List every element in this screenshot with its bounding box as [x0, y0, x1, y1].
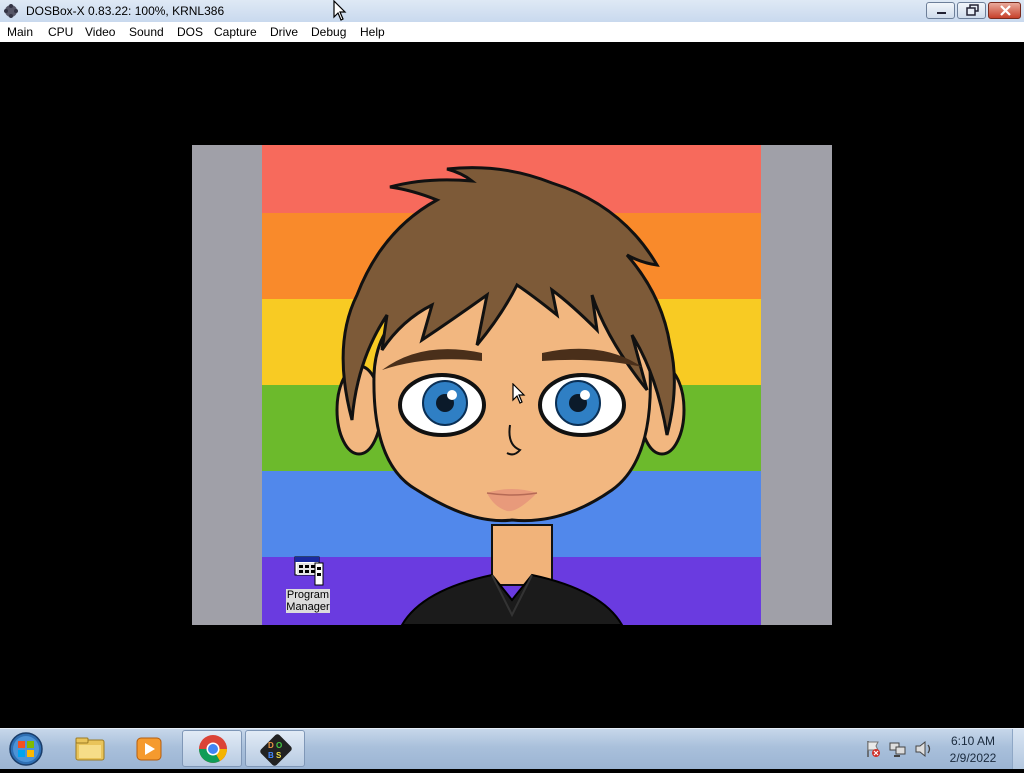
windows-explorer-icon	[75, 737, 105, 761]
menu-help[interactable]: Help	[360, 25, 385, 39]
window-title: DOSBox-X 0.83.22: 100%, KRNL386	[26, 4, 225, 18]
taskbar-dosbox-button[interactable]: D O B S	[245, 730, 305, 767]
emulated-mouse-cursor-icon	[512, 383, 526, 404]
clock-date[interactable]: 2/9/2022	[946, 751, 1000, 765]
emulated-screen[interactable]: Program Manager	[192, 145, 832, 625]
dosbox-icon: D O B S	[260, 734, 292, 766]
program-manager-label-line2: Manager	[286, 601, 330, 613]
taskbar-explorer-button[interactable]	[60, 730, 120, 767]
system-tray	[867, 740, 931, 758]
minimize-icon	[937, 12, 946, 14]
dosbox-app-icon[interactable]	[3, 3, 19, 19]
network-icon[interactable]	[889, 742, 906, 757]
svg-text:S: S	[276, 751, 282, 760]
show-desktop-button[interactable]	[1012, 729, 1024, 769]
mouse-cursor-icon	[333, 0, 347, 21]
close-icon	[1000, 5, 1011, 16]
taskbar: D O B S 6:10 AM 2/9/2022	[0, 728, 1024, 769]
menu-sound[interactable]: Sound	[129, 25, 164, 39]
menu-cpu[interactable]: CPU	[48, 25, 73, 39]
program-manager-label[interactable]: Program Manager	[286, 589, 330, 613]
close-button[interactable]	[988, 2, 1021, 19]
menu-capture[interactable]: Capture	[214, 25, 257, 39]
menu-main[interactable]: Main	[7, 25, 33, 39]
taskbar-chrome-button[interactable]	[182, 730, 242, 767]
menu-drive[interactable]: Drive	[270, 25, 298, 39]
taskbar-media-player-button[interactable]	[119, 730, 179, 767]
volume-icon[interactable]	[915, 740, 931, 758]
menu-video[interactable]: Video	[85, 25, 115, 39]
menu-bar: Main CPU Video Sound DOS Capture Drive D…	[0, 22, 1024, 42]
restore-button[interactable]	[957, 2, 986, 19]
menu-debug[interactable]: Debug	[311, 25, 346, 39]
action-center-flag-icon[interactable]	[867, 741, 880, 757]
program-manager-label-line1: Program	[286, 589, 330, 601]
svg-text:D: D	[268, 741, 274, 750]
chrome-icon	[199, 735, 227, 763]
minimize-button[interactable]	[926, 2, 955, 19]
restore-icon	[966, 4, 979, 16]
svg-text:B: B	[268, 751, 274, 760]
title-bar[interactable]: DOSBox-X 0.83.22: 100%, KRNL386	[0, 0, 1024, 23]
media-player-icon	[136, 737, 162, 761]
clock-time[interactable]: 6:10 AM	[946, 734, 1000, 748]
svg-text:O: O	[276, 741, 282, 750]
menu-dos[interactable]: DOS	[177, 25, 203, 39]
start-button[interactable]	[6, 731, 46, 767]
